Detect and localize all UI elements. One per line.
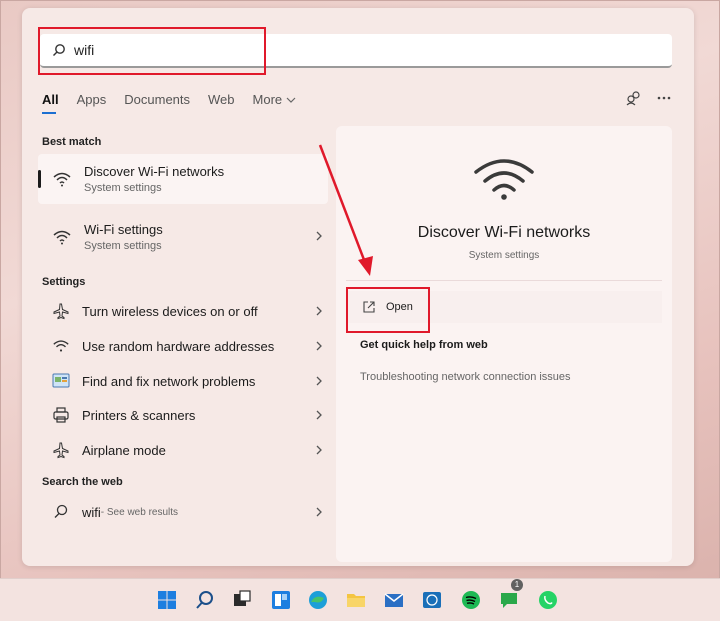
task-view-icon[interactable] [231,589,253,611]
chevron-right-icon[interactable] [314,506,324,518]
chevron-right-icon[interactable] [314,230,324,242]
wifi-icon [53,340,69,352]
setting-label: Find and fix network problems [82,373,256,389]
result-subtitle: System settings [84,182,162,194]
tab-web[interactable]: Web [208,92,235,107]
airplane-icon [53,303,69,320]
wifi-icon [474,159,534,200]
web-query: wifi [82,504,101,520]
setting-label: Turn wireless devices on or off [82,303,258,319]
tab-web-label: Web [208,92,235,107]
setting-item-airplane-mode[interactable]: Airplane mode [38,433,328,467]
setting-label: Use random hardware addresses [82,338,275,354]
notification-badge: 1 [511,579,523,591]
chevron-right-icon[interactable] [314,305,324,317]
tab-apps[interactable]: Apps [77,92,107,107]
tab-more-label: More [252,92,283,107]
mail-icon[interactable] [383,589,405,611]
quick-help-link[interactable]: Troubleshooting network connection issue… [360,371,571,383]
widgets-icon[interactable] [270,589,292,611]
more-options-icon[interactable] [656,90,672,106]
best-match-heading: Best match [42,136,102,148]
chevron-down-icon [286,97,296,103]
web-heading: Search the web [42,476,123,488]
result-title: Discover Wi-Fi networks [84,164,225,179]
preview-pane: Discover Wi-Fi networks System settings … [336,126,672,562]
messaging-icon[interactable] [498,589,520,611]
spotify-icon[interactable] [460,589,482,611]
web-search-result[interactable]: wifi - See web results [38,495,328,529]
setting-item-printers[interactable]: Printers & scanners [38,398,328,432]
tab-more[interactable]: More [253,92,297,107]
tab-all[interactable]: All [42,92,59,114]
setting-label: Airplane mode [82,442,166,458]
chevron-right-icon[interactable] [314,409,324,421]
preview-subtitle: System settings [468,250,540,261]
wifi-icon [53,172,71,187]
result-discover-wifi[interactable]: Discover Wi-Fi networks System settings [38,154,328,204]
file-explorer-icon[interactable] [345,589,367,611]
chevron-right-icon[interactable] [314,444,324,456]
tab-apps-label: Apps [76,92,107,107]
setting-item-random-hardware[interactable]: Use random hardware addresses [38,329,328,363]
settings-heading: Settings [42,276,86,288]
troubleshoot-icon [52,373,70,388]
preview-title: Discover Wi-Fi networks [417,224,591,241]
result-subtitle: System settings [84,240,162,252]
taskbar: 1 [0,578,720,621]
chevron-right-icon[interactable] [314,340,324,352]
header-icons [626,90,672,106]
setting-label: Printers & scanners [82,407,196,423]
search-icon[interactable] [194,589,216,611]
search-icon [54,504,68,518]
tab-documents[interactable]: Documents [124,92,190,107]
windows-start-icon[interactable] [156,589,178,611]
setting-item-wireless-devices[interactable]: Turn wireless devices on or off [38,294,328,328]
search-callout-box [38,27,266,75]
tab-all-label: All [42,92,59,107]
setting-item-network-problems[interactable]: Find and fix network problems [38,364,328,398]
printer-icon [53,407,69,423]
result-title: Wi-Fi settings [84,222,163,237]
tab-documents-label: Documents [124,92,191,107]
dell-icon[interactable] [421,589,443,611]
filter-tabs: All Apps Documents Web More [42,92,314,114]
result-wifi-settings[interactable]: Wi-Fi settings System settings [38,212,328,262]
quick-help-heading: Get quick help from web [360,339,488,351]
account-switch-icon[interactable] [626,90,642,106]
airplane-icon [53,442,69,459]
edge-icon[interactable] [307,589,329,611]
preview-divider [346,280,662,281]
chevron-right-icon[interactable] [314,375,324,387]
wifi-icon [53,230,71,245]
open-callout-box [346,287,430,333]
whatsapp-icon[interactable] [537,589,559,611]
web-suffix: - See web results [100,506,179,518]
